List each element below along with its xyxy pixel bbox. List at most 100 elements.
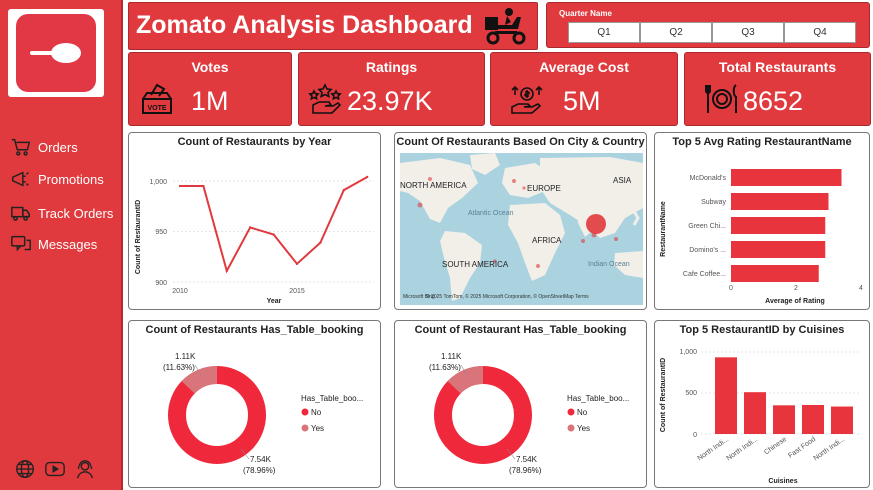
legend-title: Has_Table_boo... [567,394,629,403]
legend-swatch-no [301,408,309,416]
y-axis-title: RestaurantName [660,201,667,257]
line-point [202,184,205,188]
category-label: McDonald's [690,175,727,182]
donut-chart[interactable]: 1.11K (11.63%) 7.54K (78.96%) Has_Table_… [395,337,646,487]
slice-label-value: 1.11K [441,352,462,361]
sidebar-item-track-orders[interactable]: Track Orders [10,202,113,224]
zomato-logo [8,9,104,97]
slice-label-value: 7.54K [516,455,538,464]
chart-title: Top 5 Avg Rating RestaurantName [672,136,852,148]
map-attribution: © 2025 TomTom, © 2025 Microsoft Corporat… [426,293,589,300]
category-label: Chinese [763,436,788,457]
chart-title: Count Of Restaurants Based On City & Cou… [396,136,645,148]
map-bubble [417,202,423,208]
slice-label-pct: (78.96%) [509,466,542,475]
legend-label: No [311,408,322,417]
y-tick: 900 [155,280,167,287]
line-chart-panel: Count of Restaurants by Year Count of Re… [128,132,381,310]
sidebar-item-messages[interactable]: Messages [10,233,97,255]
sidebar-item-label: Track Orders [38,205,114,221]
line-point [272,233,275,236]
sidebar-item-label: Messages [38,236,98,252]
line-point [178,184,182,188]
world-map[interactable]: NORTH AMERICA EUROPE ASIA Atlantic Ocean… [400,153,643,305]
y-tick: 1,000 [679,349,697,356]
chart-title: Top 5 RestaurantID by Cuisines [679,324,845,336]
kpi-value: 1M [191,86,229,116]
sidebar-bottom-icons [14,458,96,480]
svg-text:VOTE: VOTE [147,105,166,112]
map-label: Indian Ocean [588,261,630,268]
vbar-chart[interactable]: Count of RestaurantID Cuisines 1,000 500… [655,337,869,487]
kpi-title: Votes [191,59,229,75]
line-chart[interactable]: Count of RestaurantID Year 1,000 950 900… [129,149,380,309]
x-tick: 2015 [289,288,305,295]
kpi-ratings: Ratings 23.97K [298,52,485,126]
truck-icon [11,206,30,221]
legend-label: Yes [311,424,324,433]
sidebar-item-promotions[interactable]: Promotions [10,168,104,190]
slice-label-pct: (78.96%) [243,466,276,475]
map-label: Atlantic Ocean [468,210,514,217]
line-point [249,226,252,229]
hbar [731,265,819,282]
map-label: EUROPE [527,184,561,193]
y-axis-title: Count of RestaurantID [660,358,667,432]
legend-swatch-yes [567,424,575,432]
donut-chart[interactable]: 1.11K (11.63%) 7.54K (78.96%) Has_Table_… [129,337,380,487]
quarter-button-q3[interactable]: Q3 [712,22,784,43]
donut-slice-yes [181,366,218,394]
line-point [319,241,322,244]
x-axis-title: Year [267,298,282,305]
x-tick: 4 [859,285,863,292]
hbar-chart-panel: Top 5 Avg Rating RestaurantName Restaura… [654,132,870,310]
series-line [180,176,368,274]
restaurant-plate-icon [705,84,737,113]
hbar [731,193,829,210]
kpi-total-restaurants: Total Restaurants 8652 [684,52,871,126]
map-bubble [591,232,597,238]
line-point [366,175,369,179]
megaphone-icon [12,171,29,187]
donut-slice-yes [447,366,484,394]
x-tick: 2010 [172,288,188,295]
category-label: Subway [701,199,726,206]
kpi-title: Total Restaurants [718,59,837,75]
map-label: ASIA [613,176,632,185]
donut-chart-panel-1: Count of Restaurants Has_Table_booking 1… [128,320,381,488]
y-tick: 950 [155,229,167,236]
sidebar-item-label: Orders [38,139,78,155]
vbar-chart-panel: Top 5 RestaurantID by Cuisines Count of … [654,320,870,488]
y-tick: 500 [685,390,697,397]
slice-label-value: 1.11K [175,352,196,361]
map-bubble [614,237,618,241]
category-label: North Indi... [725,436,759,463]
donut-chart-panel-2: Count of Restaurant Has_Table_booking 1.… [394,320,647,488]
quarter-button-q1[interactable]: Q1 [568,22,640,43]
y-tick: 0 [693,432,697,439]
vbar [715,357,737,434]
legend-label: Yes [577,424,590,433]
vbar [831,406,853,434]
x-tick: 2 [794,285,798,292]
x-tick: 0 [729,285,733,292]
quarter-button-q2[interactable]: Q2 [640,22,712,43]
sidebar: Orders Promotions Track Orders Messages [0,0,123,490]
quarter-button-q4[interactable]: Q4 [784,22,856,43]
category-label: North Indi... [696,436,730,463]
chat-icon [11,235,31,252]
kpi-votes: Votes VOTE 1M [128,52,292,126]
globe-icon[interactable] [14,458,36,480]
support-agent-icon[interactable] [74,458,96,480]
page-title: Zomato Analysis Dashboard [136,11,473,39]
sidebar-item-label: Promotions [38,171,104,187]
sidebar-item-orders[interactable]: Orders [10,136,78,158]
hbar-chart[interactable]: RestaurantName Average of Rating 0 2 4 M… [655,149,869,309]
chart-title: Count of Restaurant Has_Table_booking [414,324,627,336]
vbar [744,392,766,434]
map-panel: Count Of Restaurants Based On City & Cou… [394,132,647,310]
youtube-icon[interactable] [44,458,66,480]
dashboard-header: Zomato Analysis Dashboard [128,2,538,50]
legend-label: No [577,408,588,417]
hbar [731,241,826,258]
